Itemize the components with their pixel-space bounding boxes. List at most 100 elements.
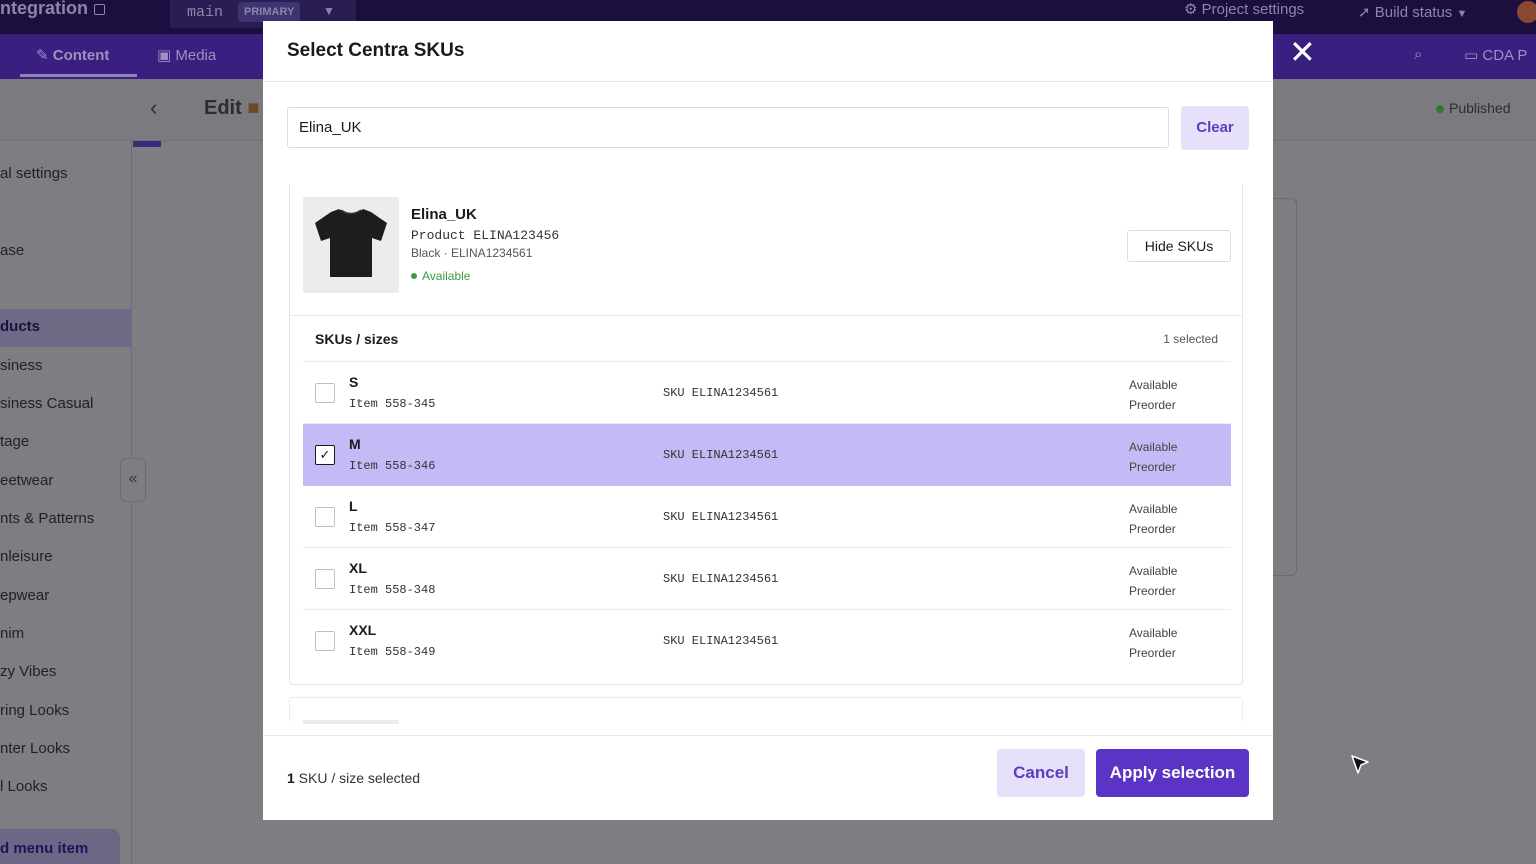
sku-checkbox[interactable] xyxy=(315,631,335,651)
page-title-text: Edit xyxy=(204,97,242,119)
sidebar-item[interactable]: siness Casual xyxy=(0,395,93,412)
box-icon: ■ xyxy=(247,97,260,119)
primary-badge: PRIMARY xyxy=(238,2,301,22)
status-preorder: Preorder xyxy=(1129,460,1176,474)
skus-heading: SKUs / sizes xyxy=(315,331,399,347)
product-thumbnail xyxy=(303,197,399,293)
sku-availability: Available Preorder xyxy=(1129,561,1177,601)
selection-count-text: SKU / size selected xyxy=(294,770,421,786)
double-chevron-left-icon[interactable]: « xyxy=(120,458,146,502)
sidebar-item[interactable]: zy Vibes xyxy=(0,663,56,680)
cda-playground-link[interactable]: ▭ CDA P xyxy=(1464,46,1527,64)
sidebar-item[interactable]: siness xyxy=(0,357,43,374)
sku-size: XL xyxy=(349,560,367,576)
sku-row-s[interactable]: S Item 558-345 SKU ELINA1234561 Availabl… xyxy=(303,362,1231,424)
gear-icon: ⚙ xyxy=(1184,1,1198,18)
divider xyxy=(290,315,1242,316)
sku-checkbox[interactable] xyxy=(315,569,335,589)
sku-code: SKU ELINA1234561 xyxy=(663,386,779,400)
active-tab-indicator xyxy=(20,74,137,77)
tab-media[interactable]: ▣ Media xyxy=(157,46,216,64)
next-product-panel xyxy=(289,697,1243,724)
sku-row-xxl[interactable]: XXL Item 558-349 SKU ELINA1234561 Availa… xyxy=(303,610,1231,672)
project-name[interactable]: ntegration xyxy=(0,0,105,19)
product-status-label: Available xyxy=(422,269,471,283)
thumbnail-stub xyxy=(303,720,399,724)
status-preorder: Preorder xyxy=(1129,584,1176,598)
sku-code: SKU ELINA1234561 xyxy=(663,634,779,648)
select-skus-modal: Select Centra SKUs Clear Elina_UK Produc… xyxy=(263,21,1273,820)
sku-item: Item 558-346 xyxy=(349,459,436,473)
sku-row-xl[interactable]: XL Item 558-348 SKU ELINA1234561 Availab… xyxy=(303,548,1231,610)
cda-label: CDA P xyxy=(1482,47,1528,64)
search-icon[interactable]: ⌕ xyxy=(1414,46,1422,63)
back-arrow-icon[interactable]: ‹ xyxy=(150,95,157,121)
sidebar-item[interactable]: l Looks xyxy=(0,778,48,795)
search-input[interactable] xyxy=(287,107,1169,148)
sku-size: XXL xyxy=(349,622,377,638)
sidebar-item[interactable]: nim xyxy=(0,625,24,642)
branch-name: main xyxy=(187,4,224,21)
sku-availability: Available Preorder xyxy=(1129,623,1177,663)
product-status: Available xyxy=(411,269,470,283)
selection-summary: 1 SKU / size selected xyxy=(287,770,420,786)
modal-title: Select Centra SKUs xyxy=(287,40,465,61)
sku-item: Item 558-348 xyxy=(349,583,436,597)
hide-skus-button[interactable]: Hide SKUs xyxy=(1127,230,1231,262)
avatar[interactable] xyxy=(1517,1,1536,23)
product-panel: Elina_UK Product ELINA123456 Black · ELI… xyxy=(289,185,1243,685)
add-menu-item-label: d menu item xyxy=(0,840,89,857)
build-status-label: Build status xyxy=(1374,4,1453,21)
product-name: Elina_UK xyxy=(411,206,477,223)
status-available: Available xyxy=(1129,626,1178,640)
tab-content[interactable]: ✎ Content xyxy=(36,46,109,64)
product-id: Product ELINA123456 xyxy=(411,228,560,243)
sidebar-item[interactable]: tage xyxy=(0,433,29,450)
terminal-icon: ▭ xyxy=(1464,47,1479,64)
build-status-menu[interactable]: ➚ Build status ▼ xyxy=(1358,3,1467,21)
apply-selection-button[interactable]: Apply selection xyxy=(1096,749,1249,797)
close-icon[interactable]: ✕ xyxy=(1289,36,1316,68)
sidebar-item[interactable]: nter Looks xyxy=(0,740,70,757)
tab-media-label: Media xyxy=(175,47,217,64)
add-menu-item-button[interactable]: d menu item xyxy=(0,829,120,864)
sku-availability: Available Preorder xyxy=(1129,499,1177,539)
sku-row-m[interactable]: ✓ M Item 558-346 SKU ELINA1234561 Availa… xyxy=(303,424,1231,486)
checkmark-icon[interactable]: ✓ xyxy=(315,445,335,465)
page-title: Edit ■ xyxy=(204,97,259,120)
sku-code: SKU ELINA1234561 xyxy=(663,510,779,524)
status-badge: Published xyxy=(1436,100,1511,116)
sku-availability: Available Preorder xyxy=(1129,437,1177,477)
external-link-icon xyxy=(94,3,105,15)
sku-row-l[interactable]: L Item 558-347 SKU ELINA1234561 Availabl… xyxy=(303,486,1231,548)
status-available: Available xyxy=(1129,440,1178,454)
sidebar-item[interactable]: epwear xyxy=(0,587,49,604)
project-settings-label: Project settings xyxy=(1201,1,1305,18)
status-available: Available xyxy=(1129,502,1178,516)
sku-size: M xyxy=(349,436,361,452)
modal-header: Select Centra SKUs xyxy=(263,21,1273,82)
clear-button[interactable]: Clear xyxy=(1181,106,1249,150)
sidebar-item-active[interactable]: ducts xyxy=(0,318,40,335)
sku-availability: Available Preorder xyxy=(1129,375,1177,415)
sidebar-item[interactable]: ase xyxy=(0,242,24,259)
sidebar-item[interactable]: ring Looks xyxy=(0,702,69,719)
product-variant: Black · ELINA1234561 xyxy=(411,246,533,260)
image-icon: ▣ xyxy=(157,47,172,64)
project-settings-link[interactable]: ⚙ Project settings xyxy=(1184,0,1304,18)
progress-indicator xyxy=(133,141,161,147)
tab-content-label: Content xyxy=(52,47,110,64)
sku-checkbox[interactable] xyxy=(315,383,335,403)
chevron-down-icon: ▼ xyxy=(323,4,335,18)
sidebar-item[interactable]: nts & Patterns xyxy=(0,510,94,527)
status-dot xyxy=(1436,105,1444,113)
sidebar-item[interactable]: nleisure xyxy=(0,548,53,565)
cancel-button[interactable]: Cancel xyxy=(997,749,1085,797)
sku-code: SKU ELINA1234561 xyxy=(663,572,779,586)
sidebar-item[interactable]: eetwear xyxy=(0,472,53,489)
background-card xyxy=(1273,198,1297,576)
status-preorder: Preorder xyxy=(1129,398,1176,412)
sidebar: al settings ase ducts siness siness Casu… xyxy=(0,141,132,864)
sidebar-item[interactable]: al settings xyxy=(0,165,68,182)
sku-checkbox[interactable] xyxy=(315,507,335,527)
